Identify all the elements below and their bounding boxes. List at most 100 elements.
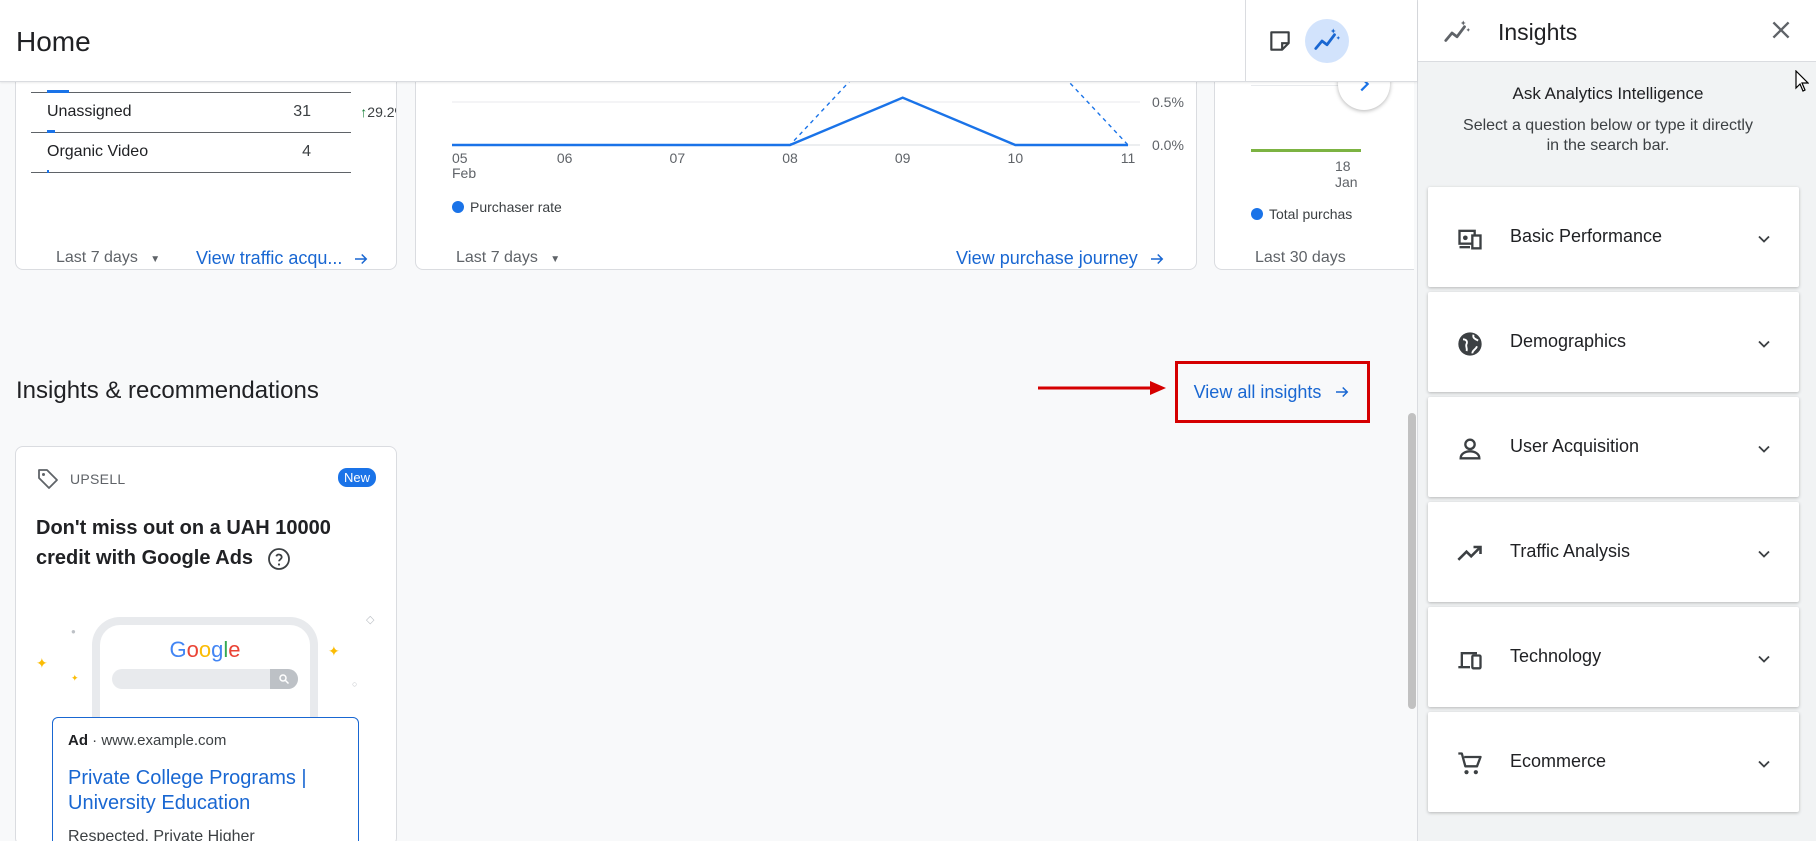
table-row[interactable]: Organic Video4- <box>31 133 351 173</box>
date-range-select[interactable]: Last 7 days ▼ <box>56 249 160 267</box>
search-bar-illustration <box>112 669 298 689</box>
category-label: Basic Performance <box>1510 226 1663 246</box>
arrow-right-icon <box>355 253 368 264</box>
legend-label: Total purchas <box>1269 206 1353 222</box>
x-sublabel: Feb <box>452 165 477 181</box>
channel-value: 4 <box>302 143 311 160</box>
page-title: Home <box>16 26 91 57</box>
date-range-label: Last 7 days <box>456 249 538 266</box>
arrow-right-icon <box>1150 253 1164 264</box>
header-actions <box>1245 0 1417 82</box>
mouse-cursor-icon <box>1795 70 1809 92</box>
x-tick-label: 06 <box>557 150 573 166</box>
ad-label: Ad <box>68 732 88 749</box>
panel-header: Insights <box>1418 0 1816 62</box>
date-range-select[interactable]: Last 30 days <box>1255 249 1346 267</box>
channel-value: 31 <box>293 103 311 120</box>
x-tick-label: 07 <box>670 150 686 166</box>
close-icon[interactable] <box>1768 17 1794 48</box>
help-icon[interactable] <box>267 547 291 571</box>
diamond-decoration-icon: ◇ <box>366 614 375 626</box>
tag-icon <box>38 469 58 489</box>
phone-illustration: Google <box>92 617 318 727</box>
dot-decoration-icon: ● <box>71 627 76 636</box>
category-label: Technology <box>1510 646 1602 666</box>
insights-panel: Insights Ask Analytics Intelligence Sele… <box>1417 0 1816 841</box>
channel-change: - <box>321 144 396 160</box>
chart-legend: Total purchas <box>1251 206 1352 222</box>
dropdown-arrow-icon: ▼ <box>550 254 561 265</box>
ask-subtitle: Select a question below or type it direc… <box>1463 117 1753 154</box>
share-bar <box>47 170 49 173</box>
chevron-down-icon[interactable] <box>1754 649 1774 674</box>
annotation-arrow <box>1038 381 1166 395</box>
ad-description: Respected, Private Higher <box>68 828 255 841</box>
circle-decoration-icon: ○ <box>352 679 358 689</box>
chevron-down-icon[interactable] <box>1754 334 1774 359</box>
arrow-right-icon <box>1336 386 1349 398</box>
x-label: 18 <box>1335 158 1351 174</box>
link-label: View purchase journey <box>956 248 1138 268</box>
y-tick-label: 0.0% <box>1152 137 1184 153</box>
person-icon <box>1456 435 1484 468</box>
insights-toggle-button[interactable] <box>1305 19 1349 63</box>
legend-dot <box>452 201 464 213</box>
purchaser-rate-line <box>452 96 1128 147</box>
chevron-down-icon[interactable] <box>1754 229 1774 254</box>
chevron-down-icon[interactable] <box>1754 439 1774 464</box>
sparkle-icon: ✦ <box>328 643 340 659</box>
chevron-down-icon[interactable] <box>1754 544 1774 569</box>
performance-icon <box>1456 225 1484 258</box>
ask-title: Ask Analytics Intelligence <box>1512 84 1704 103</box>
globe-icon <box>1456 330 1484 363</box>
ad-title: Private College Programs | University Ed… <box>68 767 307 814</box>
devices-icon <box>1456 645 1484 678</box>
upsell-tag: UPSELL <box>36 467 126 491</box>
view-purchase-journey-link[interactable]: View purchase journey <box>956 248 1166 269</box>
category-label: Traffic Analysis <box>1510 541 1631 561</box>
view-all-insights-button[interactable]: View all insights <box>1175 361 1370 423</box>
new-badge: New <box>337 468 376 487</box>
legend-label: Purchaser rate <box>470 199 562 215</box>
sparkle-icon: ✦ <box>36 655 48 671</box>
channel-label: Unassigned <box>47 103 132 120</box>
x-tick-label: 08 <box>782 150 798 166</box>
note-icon <box>1270 31 1290 51</box>
y-tick-label: 0.5% <box>1152 94 1184 110</box>
chevron-down-icon[interactable] <box>1754 754 1774 779</box>
category-user-acquisition[interactable]: User Acquisition <box>1428 397 1799 497</box>
date-range-label: Last 7 days <box>56 249 138 266</box>
vertical-scrollbar[interactable] <box>1408 413 1416 709</box>
x-sublabel: Jan <box>1335 174 1358 190</box>
channel-change: ↑29.2% <box>321 104 396 120</box>
table-row[interactable]: Unassigned 31 ↑29.2% <box>31 93 396 133</box>
panel-title: Insights <box>1498 19 1578 45</box>
cart-icon <box>1456 750 1484 783</box>
trending-icon <box>1456 540 1484 573</box>
chart-legend: Purchaser rate <box>452 199 562 215</box>
upsell-card[interactable]: UPSELL New Don't miss out on a UAH 10000… <box>15 446 397 841</box>
category-technology[interactable]: Technology <box>1428 607 1799 707</box>
ad-url-line: Ad · www.example.com <box>68 732 226 749</box>
category-ecommerce[interactable]: Ecommerce <box>1428 712 1799 812</box>
category-demographics[interactable]: Demographics <box>1428 292 1799 392</box>
category-label: Demographics <box>1510 331 1627 351</box>
date-range-label: Last 30 days <box>1255 249 1346 266</box>
x-tick-label: 10 <box>1008 150 1024 166</box>
legend-dot <box>1251 208 1263 220</box>
upsell-headline: Don't miss out on a UAH 10000 credit wit… <box>36 513 376 573</box>
tag-label: UPSELL <box>70 471 126 487</box>
category-traffic-analysis[interactable]: Traffic Analysis <box>1428 502 1799 602</box>
date-range-select[interactable]: Last 7 days ▼ <box>456 249 560 267</box>
view-all-label: View all insights <box>1193 381 1322 402</box>
dropdown-arrow-icon: ▼ <box>150 254 161 265</box>
section-title: Insights & recommendations <box>16 377 319 404</box>
sparkle-icon: ✦ <box>71 673 79 683</box>
view-traffic-acquisition-link[interactable]: View traffic acqu... <box>196 248 370 269</box>
category-label: User Acquisition <box>1510 436 1640 456</box>
x-tick-label: 11 <box>1121 150 1136 166</box>
notes-button[interactable] <box>1258 19 1302 63</box>
insights-icon <box>1442 18 1472 53</box>
trend-line <box>1251 149 1361 152</box>
category-basic-performance[interactable]: Basic Performance <box>1428 187 1799 287</box>
